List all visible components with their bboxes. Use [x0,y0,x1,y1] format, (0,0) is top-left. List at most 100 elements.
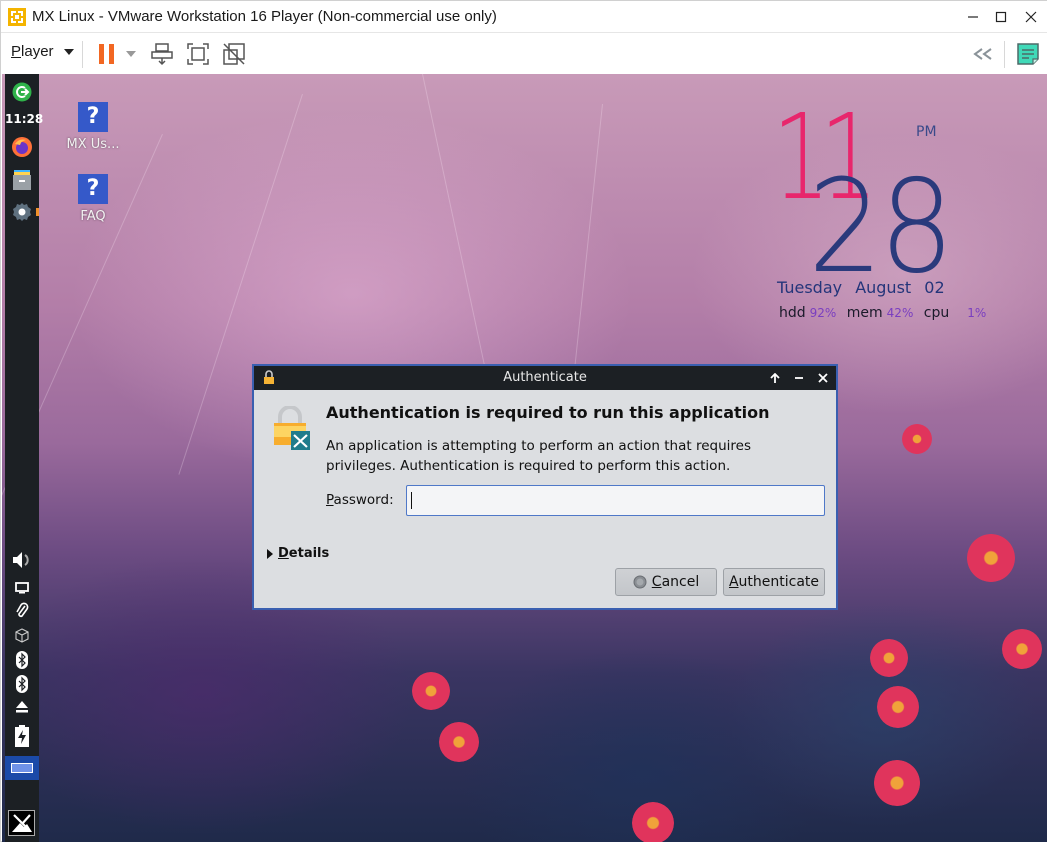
collapse-toolbar-button[interactable] [971,40,995,68]
volume-tray[interactable] [5,550,39,570]
file-manager-icon [13,170,31,190]
chevron-down-icon [63,48,74,55]
bluetooth-icon [16,651,28,669]
stat-label: mem [846,305,883,321]
wallpaper-flower [412,672,450,710]
volume-icon [13,552,29,568]
active-indicator [36,208,39,216]
dialog-message: An application is attempting to perform … [326,438,751,474]
keep-above-button[interactable] [766,369,784,387]
authentication-lock-icon [274,406,310,450]
cancel-button[interactable]: Cancel [615,568,717,596]
conky-minute: 28 [808,153,954,302]
logout-icon [12,82,32,102]
password-input[interactable] [406,485,825,516]
message-log-button[interactable] [1015,40,1041,68]
minimize-icon [968,15,978,18]
firefox-icon [12,137,32,157]
fullscreen-icon [187,43,209,65]
wallpaper-flower [874,760,920,806]
stat-value: 42% [886,306,914,320]
eject-icon [16,701,28,713]
stat-label: hdd [779,305,806,321]
details-expander[interactable]: Details [267,546,329,561]
mx-menu-button[interactable] [8,810,35,836]
details-label: Details [278,546,330,561]
chevron-down-icon [126,51,136,57]
pause-dropdown-button[interactable] [123,40,139,68]
stat-value: 1% [967,306,987,320]
double-chevron-left-icon [973,48,992,60]
toolbar-separator [1004,41,1005,68]
authenticate-label: Authenticate [728,574,820,590]
cancel-icon [633,575,647,589]
player-menu-button[interactable]: Player [11,43,74,60]
battery-charging-icon [15,725,29,747]
dialog-close-button[interactable] [814,369,832,387]
desktop-pager-icon [11,763,33,773]
desktop-icon-label: FAQ [80,209,106,224]
cancel-label: Cancel [651,574,700,590]
wallpaper-flower [967,534,1015,582]
display-tray[interactable] [5,580,39,596]
monitor-icon [15,582,29,594]
updater-tray[interactable] [5,627,39,643]
paperclip-icon [16,602,29,618]
wallpaper-flower [870,639,908,677]
bluetooth-tray-2[interactable] [5,675,39,693]
title-bar: MX Linux - VMware Workstation 16 Player … [1,1,1047,32]
panel-clock[interactable]: 11:28 [5,112,43,126]
bluetooth-tray-1[interactable] [5,651,39,669]
clipboard-tray[interactable] [5,602,39,620]
mx-logo-icon [11,814,32,832]
keep-above-icon [770,373,780,383]
authenticate-button[interactable]: Authenticate [723,568,825,596]
stat-value: 92% [809,306,837,320]
pause-button[interactable] [97,40,117,68]
send-ctrl-alt-del-button[interactable] [149,40,175,68]
maximize-button[interactable] [984,1,1018,32]
firefox-launcher[interactable] [5,136,39,158]
vmware-player-window: MX Linux - VMware Workstation 16 Player … [0,0,1047,842]
full-screen-button[interactable] [185,40,211,68]
wallpaper-flower [632,802,674,842]
text-caret [411,492,412,509]
unity-button[interactable] [221,40,247,68]
player-menu-label: Player [11,43,54,60]
wallpaper-flower [1002,629,1042,669]
show-desktop-button[interactable] [5,756,39,780]
help-icon: ? [78,102,108,132]
password-label: Password: [326,492,394,508]
help-icon: ? [78,174,108,204]
window-title: MX Linux - VMware Workstation 16 Player … [32,8,497,25]
authenticate-dialog: Authenticate Authentication is required … [252,364,838,610]
desktop-icon-faq[interactable]: ? FAQ [57,174,129,224]
pause-icon [99,44,114,64]
conky-date: Tuesday August 02 [777,278,945,297]
desktop-icon-label: MX Us... [66,137,120,152]
dialog-minimize-button[interactable] [790,369,808,387]
battery-tray[interactable] [5,724,39,748]
conky-stats: hdd 92% mem 42% cpu 1% [779,305,992,321]
gear-icon [13,203,31,221]
package-icon [15,628,29,643]
vm-screen[interactable]: 11:28 ? MX Us... ? FAQ 11 28 PM Tuesday … [2,74,1047,842]
dialog-title-bar[interactable]: Authenticate [254,366,836,390]
toolbar-separator [82,41,83,68]
conky-ampm: PM [916,124,937,140]
message-log-icon [1017,43,1039,65]
dialog-heading: Authentication is required to run this a… [326,403,770,422]
bluetooth-icon [16,675,28,693]
maximize-icon [995,11,1007,22]
settings-launcher[interactable] [5,201,39,223]
close-button[interactable] [1014,1,1047,32]
toolbar: Player [1,32,1047,74]
dialog-title: Authenticate [503,370,587,385]
unity-icon [223,43,245,65]
close-icon [1025,11,1037,22]
logout-button[interactable] [5,82,39,102]
file-manager-launcher[interactable] [5,169,39,191]
desktop-icon-mx-user-manual[interactable]: ? MX Us... [57,102,129,152]
eject-tray[interactable] [5,699,39,715]
stat-label: cpu [923,305,950,321]
